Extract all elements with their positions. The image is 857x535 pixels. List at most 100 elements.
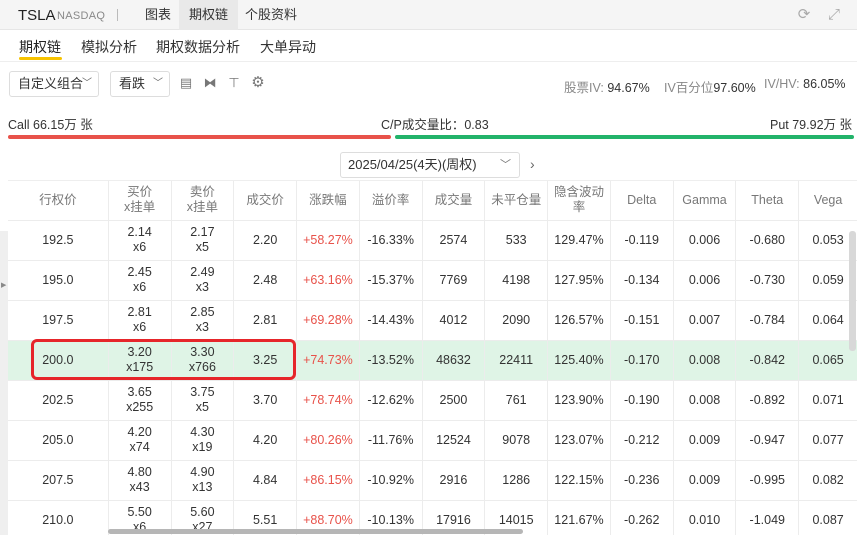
table-row[interactable]: 205.0 4.20 x74 4.30 x19 4.20 +80.26% -11.76% 125…: [8, 420, 857, 461]
tab-chart[interactable]: 图表: [135, 0, 181, 30]
cell-value: -11.76%: [367, 432, 414, 447]
direction-dropdown[interactable]: 看跌 ﹀: [110, 71, 170, 97]
expand-icon[interactable]: ⤢: [825, 6, 843, 24]
header-theta[interactable]: Theta: [735, 181, 800, 221]
table-row[interactable]: 200.0 3.20 x175 3.30 x766 3.25 +74.73% -13.52% 4…: [8, 340, 857, 381]
iv-cell: 122.15%: [547, 460, 611, 501]
header-label: 卖价: [189, 185, 215, 200]
header-label: 隐含波动率: [553, 185, 604, 215]
header-change[interactable]: 涨跌幅: [296, 181, 360, 221]
open-interest-cell: 22411: [484, 340, 549, 381]
strike-cell: 192.5: [8, 220, 109, 261]
gamma-cell: 0.009: [673, 460, 737, 501]
cell-value: 0.009: [688, 472, 721, 487]
cell-value: 2.81: [127, 305, 152, 319]
header-delta[interactable]: Delta: [610, 181, 674, 221]
cell-value: x6: [133, 280, 147, 294]
gear-icon[interactable]: ⚙: [250, 75, 266, 91]
cell-value: x6: [133, 320, 147, 334]
cell-value: 2.85: [190, 305, 215, 319]
strike-cell: 202.5: [8, 380, 109, 421]
volume-cell: 12524: [422, 420, 486, 461]
cell-value: 0.065: [812, 352, 844, 367]
vertical-scrollbar[interactable]: [849, 231, 856, 351]
change-cell: +78.74%: [296, 380, 360, 421]
change-cell: +74.73%: [296, 340, 360, 381]
cell-value: 0.008: [688, 352, 721, 367]
open-interest-cell: 4198: [484, 260, 549, 301]
theta-cell: -1.049: [735, 500, 800, 535]
subtab-simulation[interactable]: 模拟分析: [81, 37, 137, 57]
header-open-interest[interactable]: 未平仓量: [484, 181, 549, 221]
header-implied-volatility[interactable]: 隐含波动率: [547, 181, 611, 221]
header-gamma[interactable]: Gamma: [673, 181, 737, 221]
bid-cell: 2.14 x6: [108, 220, 172, 261]
cell-value: 0.008: [688, 392, 721, 407]
active-tab-indicator: [19, 57, 62, 60]
subtab-block-trades[interactable]: 大单异动: [260, 37, 316, 57]
table-row[interactable]: 195.0 2.45 x6 2.49 x3 2.48 +63.16% -15.37% 7769 4…: [8, 260, 857, 301]
cell-value: -0.892: [749, 392, 785, 407]
combo-dropdown[interactable]: 自定义组合 ﹀: [9, 71, 99, 97]
left-panel-handle[interactable]: ▶: [0, 231, 8, 535]
chevron-down-icon: ﹀: [500, 159, 511, 171]
horizontal-scrollbar[interactable]: [108, 529, 523, 534]
last-cell: 2.81: [233, 300, 298, 341]
header-premium[interactable]: 溢价率: [359, 181, 423, 221]
header-last[interactable]: 成交价: [233, 181, 298, 221]
vega-cell: 0.082: [798, 460, 857, 501]
cell-value: 14015: [498, 512, 534, 527]
cell-value: -10.92%: [367, 472, 414, 487]
cell-value: +86.15%: [303, 472, 353, 487]
header-volume[interactable]: 成交量: [422, 181, 486, 221]
header-ask[interactable]: 卖价 x挂单: [171, 181, 235, 221]
header-strike[interactable]: 行权价: [8, 181, 109, 221]
subtab-option-chain[interactable]: 期权链: [19, 37, 61, 57]
cell-value: 2.81: [252, 312, 278, 327]
cell-value: 4.80: [127, 465, 152, 479]
bid-cell: 2.45 x6: [108, 260, 172, 301]
next-expiry-arrow[interactable]: ›: [530, 156, 535, 172]
subtab-option-data[interactable]: 期权数据分析: [156, 37, 240, 57]
cell-value: -0.212: [624, 432, 660, 447]
header-label: x挂单: [186, 200, 219, 215]
cell-value: -1.049: [749, 512, 785, 527]
table-row[interactable]: 192.5 2.14 x6 2.17 x5 2.20 +58.27% -16.33% 2574 5…: [8, 220, 857, 261]
header-vega[interactable]: Vega: [798, 181, 857, 221]
ask-cell: 2.85 x3: [171, 300, 235, 341]
table-row[interactable]: 197.5 2.81 x6 2.85 x3 2.81 +69.28% -14.43% 4012 2…: [8, 300, 857, 341]
cell-value: 4.20: [252, 432, 278, 447]
table-view-icon[interactable]: ▤: [178, 75, 194, 91]
change-cell: +69.28%: [296, 300, 360, 341]
bid-cell: 2.81 x6: [108, 300, 172, 341]
tab-option-chain[interactable]: 期权链: [179, 0, 239, 30]
table-row[interactable]: 202.5 3.65 x255 3.75 x5 3.70 +78.74% -12.62% 250…: [8, 380, 857, 421]
header-bid[interactable]: 买价 x挂单: [108, 181, 172, 221]
filter-icon[interactable]: ⊤: [226, 75, 242, 91]
put-volume: Put 79.92万 张: [770, 118, 852, 132]
cell-value: x5: [195, 240, 209, 254]
iv-hv-ratio: IV/HV: 86.05%: [764, 77, 846, 91]
cell-value: 123.07%: [554, 432, 604, 447]
cell-value: 9078: [502, 432, 531, 447]
expiry-dropdown[interactable]: 2025/04/25(4天)(周权) ﹀: [340, 152, 520, 178]
split-view-icon[interactable]: ⧓: [202, 75, 218, 91]
cell-value: -0.784: [749, 312, 785, 327]
option-chain-table[interactable]: 行权价 买价 x挂单 卖价 x挂单 成交价 涨跌幅 溢价率 成交量 未平仓量 隐含波动率 Delta G…: [8, 180, 857, 535]
tab-stock-info[interactable]: 个股资料: [235, 0, 307, 30]
cell-value: -0.842: [749, 352, 785, 367]
refresh-icon[interactable]: ⟳: [795, 6, 813, 24]
cell-value: x255: [126, 400, 154, 414]
cell-value: 121.67%: [554, 512, 604, 527]
header-label: 行权价: [39, 192, 77, 207]
cell-value: x19: [192, 440, 213, 454]
premium-cell: -15.37%: [359, 260, 423, 301]
cell-value: -12.62%: [367, 392, 414, 407]
delta-cell: -0.262: [610, 500, 674, 535]
cell-value: 123.90%: [554, 392, 604, 407]
table-row[interactable]: 207.5 4.80 x43 4.90 x13 4.84 +86.15% -10.92% 291…: [8, 460, 857, 501]
premium-cell: -11.76%: [359, 420, 423, 461]
combo-label: 自定义组合: [18, 76, 84, 91]
ask-cell: 3.75 x5: [171, 380, 235, 421]
cell-value: 761: [505, 392, 527, 407]
